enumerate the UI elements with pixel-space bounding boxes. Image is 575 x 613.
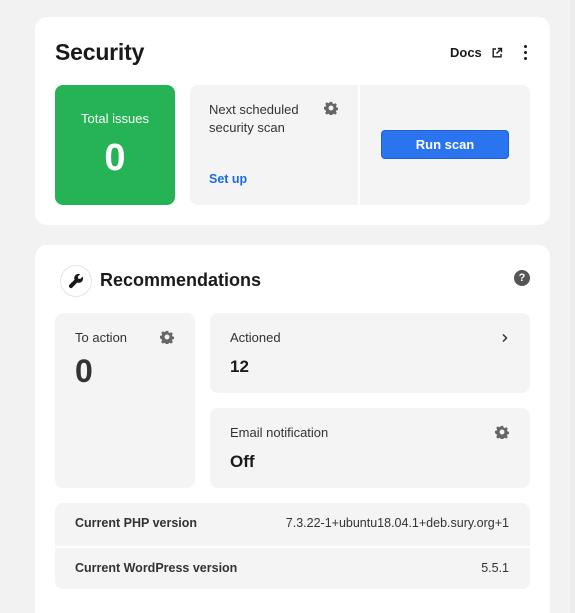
email-notification-tile: Email notification Off — [210, 408, 530, 488]
email-notification-value: Off — [230, 452, 255, 471]
docs-link[interactable]: Docs — [450, 45, 503, 60]
table-row: Current WordPress version 5.5.1 — [55, 546, 530, 589]
run-scan-button[interactable]: Run scan — [381, 130, 509, 159]
to-action-label: To action — [75, 330, 128, 345]
adjacent-panel-edge — [570, 0, 575, 613]
page-title: Security — [55, 39, 145, 65]
actioned-label: Actioned — [230, 330, 281, 345]
total-issues-box: Total issues 0 — [55, 85, 175, 205]
table-row: Current PHP version 7.3.22-1+ubuntu18.04… — [55, 503, 530, 546]
kebab-menu-icon[interactable] — [519, 42, 531, 62]
gear-icon[interactable] — [495, 425, 510, 444]
scan-panel: Next scheduled security scan Set up Run … — [190, 85, 530, 205]
total-issues-count: 0 — [104, 137, 126, 179]
to-action-tile: To action 0 — [55, 313, 195, 488]
security-card: Security Docs Total issues 0 Next schedu… — [35, 17, 550, 225]
scan-divider — [358, 85, 360, 205]
wordpress-version-label: Current WordPress version — [75, 561, 238, 575]
setup-link[interactable]: Set up — [209, 172, 247, 186]
actioned-tile[interactable]: Actioned 12 — [210, 313, 530, 393]
wordpress-version-value: 5.5.1 — [481, 561, 509, 575]
chevron-right-icon — [501, 330, 509, 348]
docs-link-label: Docs — [450, 45, 482, 60]
gear-icon[interactable] — [160, 330, 175, 349]
php-version-value: 7.3.22-1+ubuntu18.04.1+deb.sury.org+1 — [285, 516, 509, 530]
actioned-count: 12 — [230, 357, 249, 376]
versions-table: Current PHP version 7.3.22-1+ubuntu18.04… — [55, 503, 530, 589]
php-version-label: Current PHP version — [75, 516, 198, 530]
total-issues-label: Total issues — [81, 111, 149, 126]
gear-icon[interactable] — [324, 101, 339, 120]
help-icon[interactable]: ? — [514, 270, 530, 286]
recommendations-title: Recommendations — [100, 270, 262, 290]
wrench-icon — [60, 265, 92, 297]
email-notification-label: Email notification — [230, 425, 329, 440]
to-action-count: 0 — [75, 353, 93, 389]
external-link-icon — [491, 47, 503, 59]
next-scan-label: Next scheduled security scan — [209, 102, 299, 135]
recommendations-card: Recommendations ? To action 0 Actioned 1… — [35, 245, 550, 613]
